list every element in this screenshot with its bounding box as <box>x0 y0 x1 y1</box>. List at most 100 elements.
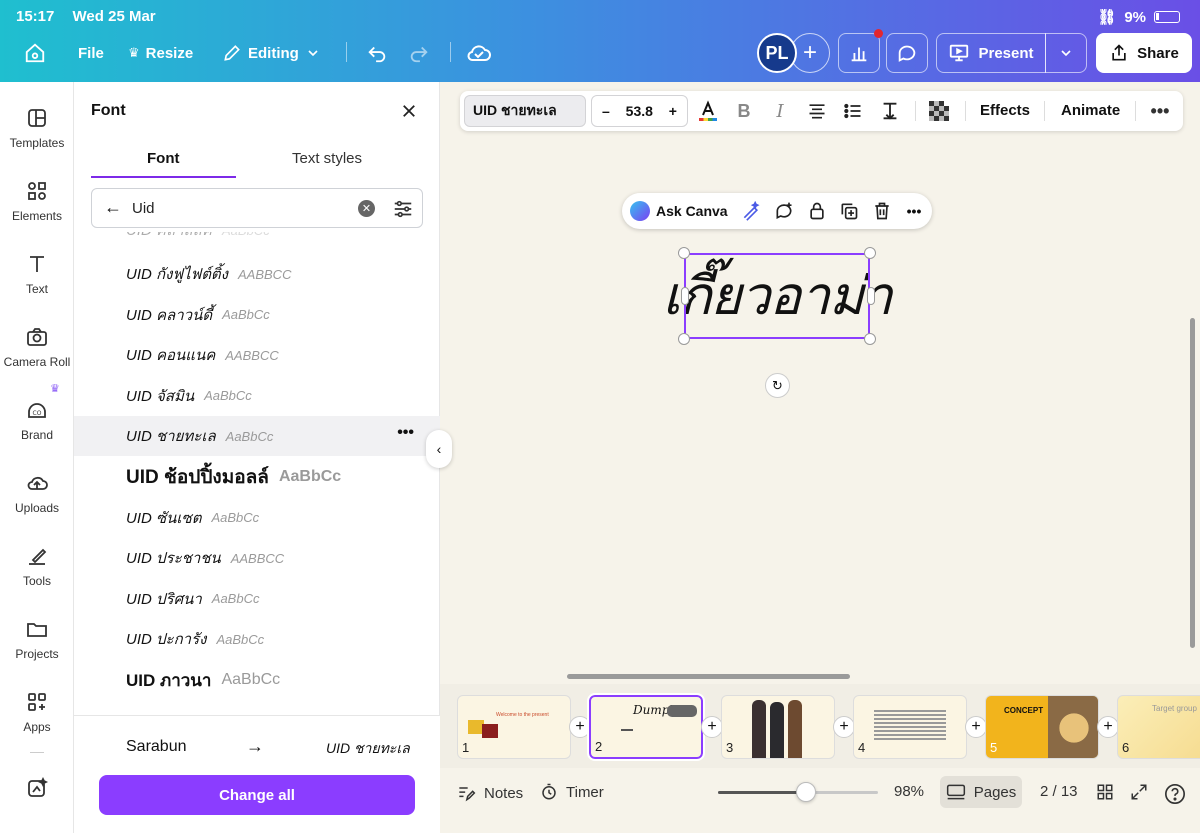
bold-button[interactable]: B <box>732 99 756 123</box>
italic-button[interactable]: I <box>768 99 792 123</box>
status-right: ⛓ 9% <box>1097 8 1180 26</box>
more-options-button[interactable]: ••• <box>1148 99 1172 123</box>
expand-icon <box>1131 784 1147 800</box>
delete-button[interactable] <box>871 200 893 222</box>
vertical-scrollbar[interactable] <box>1190 318 1195 648</box>
resize-handle[interactable] <box>867 287 875 305</box>
page-thumbnail[interactable]: 4 <box>853 695 967 759</box>
font-option[interactable]: UID กังฟูไฟต์ติ้ง AABBCC <box>74 254 440 294</box>
page-thumbnail[interactable]: Target group 6 <box>1117 695 1200 759</box>
file-menu[interactable]: File <box>78 42 104 64</box>
rail-templates[interactable]: Templates <box>0 106 74 150</box>
font-option[interactable]: UID ซันเซต AaBbCc <box>74 498 440 538</box>
resize-handle[interactable] <box>678 247 690 259</box>
resize-button[interactable]: ♛ Resize <box>128 42 193 64</box>
more-icon[interactable]: ••• <box>397 424 414 442</box>
close-button[interactable] <box>400 100 418 126</box>
tab-font[interactable]: Font <box>147 150 179 167</box>
avatar[interactable]: PL <box>757 33 797 73</box>
add-page-button[interactable]: + <box>833 716 855 738</box>
tab-text-styles[interactable]: Text styles <box>292 150 362 167</box>
align-button[interactable] <box>805 99 829 123</box>
fullscreen-button[interactable] <box>1130 783 1148 801</box>
font-option[interactable]: UID จัสมิน AaBbCc <box>74 376 440 416</box>
zoom-slider-handle[interactable] <box>796 782 816 802</box>
undo-button[interactable] <box>366 42 388 64</box>
page-thumbnail[interactable]: 3 <box>721 695 835 759</box>
comments-button[interactable] <box>886 33 928 73</box>
rail-brand[interactable]: CO Brand <box>0 398 74 442</box>
grid-view-button[interactable] <box>1096 783 1114 801</box>
font-option[interactable]: UID คอนแนค AABBCC <box>74 335 440 375</box>
rotate-handle[interactable]: ↻ <box>765 373 790 398</box>
horizontal-scrollbar[interactable] <box>567 674 850 679</box>
font-family-select[interactable]: UID ชายทะเล <box>464 95 586 127</box>
share-button[interactable]: Share <box>1096 33 1192 73</box>
increase-size-button[interactable]: + <box>669 103 677 119</box>
rail-uploads[interactable]: Uploads <box>0 471 74 515</box>
page-thumbnail-active[interactable]: Dumpling 2 <box>587 693 705 761</box>
rail-tools[interactable]: Tools <box>0 544 74 588</box>
present-button[interactable]: Present <box>936 33 1046 73</box>
rail-camera-roll[interactable]: Camera Roll <box>0 325 74 369</box>
zoom-level[interactable]: 98% <box>894 783 924 800</box>
font-option[interactable]: UID ภาวนา AaBbCc <box>74 660 440 700</box>
back-arrow-icon[interactable]: ← <box>104 197 122 218</box>
font-option[interactable]: UID ปริศนา AaBbCc <box>74 579 440 619</box>
font-option[interactable]: UID ปะการัง AaBbCc <box>74 619 440 659</box>
magic-edit-button[interactable] <box>740 200 762 222</box>
duplicate-button[interactable] <box>838 200 860 222</box>
home-button[interactable] <box>24 42 46 64</box>
thumb-shape <box>621 729 633 731</box>
change-all-button[interactable]: Change all <box>99 775 415 815</box>
font-size-value[interactable]: 53.8 <box>626 103 653 119</box>
add-comment-button[interactable] <box>773 200 795 222</box>
cloud-save-button[interactable] <box>466 42 492 64</box>
pages-button[interactable]: Pages <box>940 776 1022 808</box>
font-option-selected[interactable]: UID ชายทะเล AaBbCc ••• <box>74 416 440 457</box>
font-option[interactable]: UID ประชาชน AABBCC <box>74 538 440 578</box>
font-option[interactable]: UID ช้อปปิ้งมอลล์ AaBbCc <box>74 457 440 497</box>
lock-button[interactable] <box>806 200 828 222</box>
rail-apps[interactable]: Apps <box>0 690 74 734</box>
spacing-button[interactable] <box>878 99 902 123</box>
rail-text[interactable]: Text <box>0 252 74 296</box>
effects-button[interactable]: Effects <box>980 102 1030 119</box>
transparency-button[interactable] <box>927 99 951 123</box>
list-button[interactable] <box>841 99 865 123</box>
page-thumbnail[interactable]: CONCEPT 5 <box>985 695 1099 759</box>
add-page-button[interactable]: + <box>965 716 987 738</box>
font-option[interactable]: UID คลาวน์ดี้ AaBbCc <box>74 295 440 335</box>
redo-button[interactable] <box>408 42 430 64</box>
rail-magic[interactable] <box>0 776 74 800</box>
add-page-button[interactable]: + <box>1097 716 1119 738</box>
insights-button[interactable] <box>838 33 880 73</box>
font-option[interactable]: UID คลาสสิค AaBbCc <box>74 232 440 250</box>
resize-handle[interactable] <box>864 247 876 259</box>
rail-elements[interactable]: Elements <box>0 179 74 223</box>
collapse-panel-button[interactable]: ‹ <box>426 430 452 468</box>
page-thumbnail[interactable]: Welcome to the present 1 <box>457 695 571 759</box>
resize-handle[interactable] <box>681 287 689 305</box>
timer-button[interactable]: Timer <box>540 783 604 801</box>
add-page-button[interactable]: + <box>701 716 723 738</box>
search-input[interactable]: Uid <box>132 200 155 217</box>
chevron-left-icon: ‹ <box>436 441 442 457</box>
text-color-button[interactable] <box>696 99 720 123</box>
font-size-stepper[interactable]: – 53.8 + <box>591 95 688 127</box>
animate-button[interactable]: Animate <box>1061 102 1120 119</box>
rail-projects[interactable]: Projects <box>0 617 74 661</box>
present-options-button[interactable] <box>1045 33 1087 73</box>
editing-dropdown[interactable]: Editing <box>222 42 321 64</box>
more-options-button[interactable]: ••• <box>903 200 925 222</box>
ask-canva-button[interactable]: Ask Canva <box>656 203 728 219</box>
add-page-button[interactable]: + <box>569 716 591 738</box>
clear-search-icon[interactable]: ✕ <box>358 200 375 217</box>
font-search-field[interactable]: ← Uid ✕ <box>91 188 423 228</box>
notes-button[interactable]: Notes <box>456 783 523 803</box>
resize-handle[interactable] <box>864 333 876 345</box>
decrease-size-button[interactable]: – <box>602 103 610 119</box>
filter-icon[interactable] <box>392 198 414 220</box>
resize-handle[interactable] <box>678 333 690 345</box>
help-button[interactable] <box>1164 783 1186 805</box>
